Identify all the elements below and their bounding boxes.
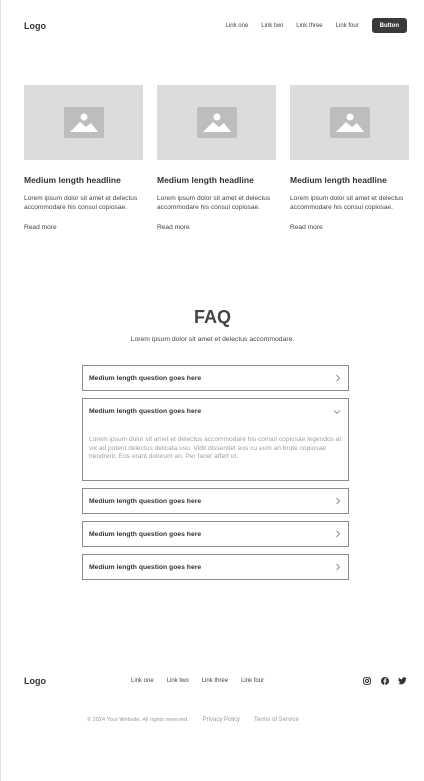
privacy-policy-link[interactable]: Privacy Policy [203,717,240,723]
chevron-right-icon [336,563,341,571]
read-more-link[interactable]: Read more [157,224,276,231]
faq-question-row[interactable]: Medium length question goes here [83,522,348,546]
image-placeholder-icon [196,107,237,138]
footer-link-three[interactable]: Link three [202,678,228,684]
card-title: Medium length headline [24,175,121,185]
card-title: Medium length headline [157,175,254,185]
faq-question-row[interactable]: Medium length question goes here [83,555,348,579]
chevron-right-icon [336,497,341,505]
chevron-right-icon [336,530,341,538]
faq-question: Medium length question goes here [89,530,202,538]
social-links [362,676,407,685]
faq-answer: Lorem ipsum dolor sit amet et delectus a… [89,436,342,461]
nav-link-one[interactable]: Link one [226,23,249,29]
facebook-icon[interactable] [380,676,389,685]
feature-card: Medium length headline Lorem ipsum dolor… [24,85,143,231]
card-text: Lorem ipsum dolor sit amet et delectus a… [157,195,271,211]
main-nav: Link one Link two Link three Link four B… [213,18,407,33]
faq-question: Medium length question goes here [89,563,202,571]
chevron-down-icon [333,409,341,414]
faq-question: Medium length question goes here [89,374,202,382]
card-image [157,85,276,160]
footer-link-one[interactable]: Link one [131,678,154,684]
faq-item[interactable]: Medium length question goes here [82,554,349,580]
nav-link-four[interactable]: Link four [336,23,359,29]
faq-question: Medium length question goes here [89,408,202,415]
faq-item[interactable]: Medium length question goes here [82,521,349,547]
faq-question-row[interactable]: Medium length question goes here [83,366,348,390]
header-logo[interactable]: Logo [24,21,46,31]
card-title: Medium length headline [290,175,387,185]
site-header: Logo Link one Link two Link three Link f… [24,17,407,34]
faq-title: FAQ [193,307,231,327]
image-placeholder-icon [329,107,370,138]
feature-cards: Medium length headline Lorem ipsum dolor… [24,85,409,231]
nav-link-two[interactable]: Link two [261,23,283,29]
faq-question-row[interactable]: Medium length question goes here [83,399,348,424]
site-footer: Logo Link one Link two Link three Link f… [24,676,407,688]
faq-item[interactable]: Medium length question goes here [82,365,349,391]
instagram-icon[interactable] [362,676,371,685]
feature-card: Medium length headline Lorem ipsum dolor… [157,85,276,231]
faq-question-row[interactable]: Medium length question goes here [83,489,348,513]
faq-item[interactable]: Medium length question goes here [82,488,349,514]
read-more-link[interactable]: Read more [24,224,143,231]
copyright-text: © 2024 Your Website. All rights reserved… [87,717,189,723]
card-image [290,85,409,160]
footer-nav: Link one Link two Link three Link four [131,678,277,684]
header-cta-button[interactable]: Button [371,18,407,33]
terms-of-service-link[interactable]: Terms of Service [254,717,299,723]
nav-link-three[interactable]: Link three [296,23,322,29]
faq-question: Medium length question goes here [89,497,202,505]
card-text: Lorem ipsum dolor sit amet et delectus a… [290,195,404,211]
read-more-link[interactable]: Read more [290,224,409,231]
chevron-right-icon [336,374,341,382]
legal-row: © 2024 Your Website. All rights reserved… [87,717,299,723]
faq-subtitle: Lorem ipsum dolor sit amet et delectus a… [130,336,295,343]
faq-list: Medium length question goes here Medium … [82,365,349,587]
footer-link-two[interactable]: Link two [167,678,189,684]
card-text: Lorem ipsum dolor sit amet et delectus a… [24,195,138,211]
footer-logo[interactable]: Logo [24,676,46,686]
faq-item-expanded[interactable]: Medium length question goes here Lorem i… [82,398,349,481]
image-placeholder-icon [63,107,104,138]
feature-card: Medium length headline Lorem ipsum dolor… [290,85,409,231]
card-image [24,85,143,160]
twitter-icon[interactable] [398,676,407,685]
footer-link-four[interactable]: Link four [241,678,264,684]
page: Logo Link one Link two Link three Link f… [0,0,424,781]
